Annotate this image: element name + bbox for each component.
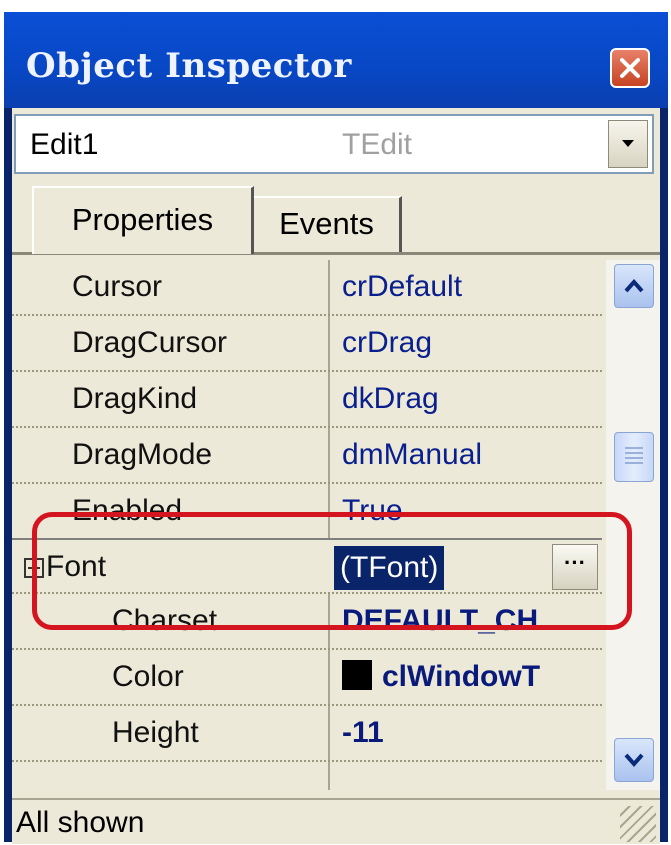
property-name: DragCursor [72,326,228,359]
object-selector-combo[interactable]: Edit1 TEdit [14,114,654,174]
tab-strip: Properties Events [12,186,660,255]
property-row-height[interactable]: Height -11 [12,706,602,762]
status-bar: All shown [12,798,660,844]
resize-grip-icon[interactable] [620,806,656,842]
property-value[interactable]: True [342,494,600,528]
property-row-charset[interactable]: Charset DEFAULT_CH [12,594,602,650]
property-value[interactable]: crDefault [342,270,600,304]
scroll-thumb[interactable] [614,432,654,482]
property-row-dragcursor[interactable]: DragCursor crDrag [12,316,602,372]
property-value[interactable]: -11 [342,716,600,750]
collapse-toggle-icon[interactable] [24,558,44,578]
property-value[interactable]: crDrag [342,326,600,360]
title-bar[interactable]: Object Inspector [4,12,668,108]
color-swatch [342,660,372,690]
property-name: Cursor [72,270,163,303]
color-value-text: clWindowT [382,660,541,693]
scroll-down-button[interactable] [614,738,654,782]
property-name: Enabled [72,494,183,527]
object-name: Edit1 [30,128,99,161]
object-inspector-window: Object Inspector Edit1 TEdit Properties … [4,12,668,844]
property-value-selected[interactable]: (TFont) [334,546,445,590]
window-title: Object Inspector [26,46,352,86]
status-text: All shown [16,806,145,839]
property-row-dragkind[interactable]: DragKind dkDrag [12,372,602,428]
property-value[interactable]: dkDrag [342,382,600,416]
close-button[interactable] [610,48,650,88]
vertical-scrollbar[interactable] [606,260,660,790]
chevron-down-icon [622,140,634,147]
scroll-up-button[interactable] [614,264,654,308]
property-name: DragMode [72,438,213,471]
property-row-cursor[interactable]: Cursor crDefault [12,260,602,316]
tab-properties[interactable]: Properties [32,186,254,254]
object-type: TEdit [342,128,413,161]
ellipsis-button[interactable]: ··· [552,544,598,590]
property-value[interactable]: DEFAULT_CH [342,604,600,638]
close-icon [620,58,640,78]
property-grid: Cursor crDefault DragCursor crDrag DragK… [12,260,602,790]
property-row-dragmode[interactable]: DragMode dmManual [12,428,602,484]
chevron-up-icon [624,279,644,293]
chevron-down-icon [624,753,644,767]
property-value[interactable]: dmManual [342,438,600,472]
property-value-color[interactable]: clWindowT [342,660,600,694]
object-selector-dropdown-button[interactable] [608,120,648,168]
property-name: DragKind [72,382,198,415]
inspector-body: Edit1 TEdit Properties Events Cursor crD… [12,108,660,844]
property-name: Charset [112,604,218,637]
property-row-enabled[interactable]: Enabled True [12,484,602,540]
property-name: Color [112,660,184,693]
property-name: Font [46,550,107,583]
property-row-font[interactable]: Font (TFont) ··· [12,538,602,594]
tab-events[interactable]: Events [254,196,402,252]
property-name: Height [112,716,199,749]
property-row-color[interactable]: Color clWindowT [12,650,602,706]
